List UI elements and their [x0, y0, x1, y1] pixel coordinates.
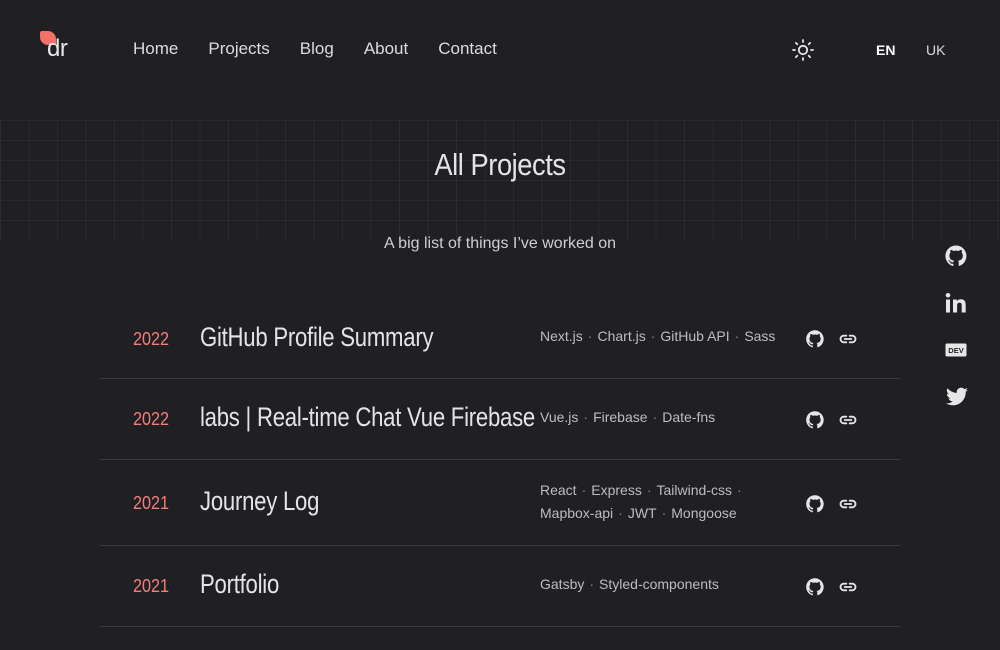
main-nav: Home Projects Blog About Contact — [133, 38, 527, 60]
github-icon — [806, 495, 824, 513]
project-year: 2021 — [133, 493, 170, 513]
dev-icon-label: DEV — [948, 346, 963, 355]
project-live-link[interactable] — [837, 410, 857, 430]
project-tech-list: Vue.js · Firebase · Date-fns — [540, 409, 716, 425]
tech-tag: Mapbox-api — [540, 505, 614, 521]
project-row: 2022 GitHub Profile Summary Next.js · Char… — [100, 300, 900, 379]
tech-tag: React — [540, 482, 577, 498]
project-row: 2021 Journey Log React · Express · Tailwind-… — [100, 460, 900, 546]
twitter-icon — [946, 387, 968, 406]
dev-icon: DEV — [945, 343, 967, 357]
link-icon — [839, 582, 857, 592]
project-github-link[interactable] — [805, 494, 825, 514]
page-subtitle: A big list of things I’ve worked on — [383, 235, 617, 252]
tech-tag: Tailwind-css — [656, 482, 732, 498]
project-row: 2022 labs | Real-time Chat Vue Firebase … — [100, 379, 900, 460]
github-icon — [806, 578, 824, 596]
github-icon — [945, 245, 967, 267]
project-row: 2021 Portfolio Gatsby · Styled-components — [100, 546, 900, 627]
tech-tag: Vue.js — [540, 409, 579, 425]
page-title: All Projects — [434, 147, 566, 182]
social-dev-link[interactable]: DEV — [944, 338, 968, 362]
nav-about[interactable]: About — [364, 38, 408, 60]
sun-icon — [792, 39, 814, 61]
tech-tag: Mongoose — [671, 505, 737, 521]
tech-tag: Chart.js — [597, 328, 646, 344]
project-live-link[interactable] — [837, 329, 857, 349]
tech-tag: Styled-components — [599, 576, 719, 592]
lang-en-button[interactable]: EN — [876, 41, 895, 59]
logo[interactable]: dr — [40, 30, 80, 66]
link-icon — [839, 415, 857, 425]
tech-tag: JWT — [627, 505, 657, 521]
logo-text: dr — [47, 35, 68, 62]
project-github-link[interactable] — [805, 410, 825, 430]
project-tech-list: React · Express · Tailwind-css · Mapbox-api · JW… — [540, 482, 742, 521]
project-github-link[interactable] — [805, 329, 825, 349]
linkedin-icon — [945, 293, 966, 313]
link-icon — [839, 334, 857, 344]
project-year: 2021 — [133, 576, 170, 596]
project-tech-list: Gatsby · Styled-components — [540, 576, 719, 592]
github-icon — [806, 411, 824, 429]
project-tech-list: Next.js · Chart.js · GitHub API · Sass — [540, 328, 776, 344]
project-year: 2022 — [133, 329, 170, 349]
tech-tag: Express — [591, 482, 642, 498]
social-linkedin-link[interactable] — [944, 291, 968, 315]
project-title[interactable]: labs | Real-time Chat Vue Firebase — [200, 402, 535, 433]
tech-tag: Gatsby — [540, 576, 585, 592]
tech-tag: GitHub API — [660, 328, 730, 344]
social-twitter-link[interactable] — [944, 385, 968, 409]
project-live-link[interactable] — [837, 494, 857, 514]
nav-projects[interactable]: Projects — [208, 38, 269, 60]
project-github-link[interactable] — [805, 577, 825, 597]
project-year: 2022 — [133, 409, 170, 429]
tech-tag: Date-fns — [662, 409, 716, 425]
project-live-link[interactable] — [837, 577, 857, 597]
tech-tag: Next.js — [540, 328, 583, 344]
github-icon — [806, 330, 824, 348]
nav-blog[interactable]: Blog — [300, 38, 334, 60]
theme-toggle-button[interactable] — [791, 38, 815, 62]
project-title[interactable]: Portfolio — [200, 569, 279, 600]
tech-tag: Sass — [744, 328, 776, 344]
nav-home[interactable]: Home — [133, 38, 178, 60]
link-icon — [839, 499, 857, 509]
project-title[interactable]: GitHub Profile Summary — [200, 322, 434, 353]
lang-uk-button[interactable]: UK — [926, 41, 945, 59]
tech-tag: Firebase — [593, 409, 648, 425]
project-title[interactable]: Journey Log — [200, 486, 319, 517]
nav-contact[interactable]: Contact — [438, 38, 497, 60]
social-github-link[interactable] — [944, 244, 968, 268]
